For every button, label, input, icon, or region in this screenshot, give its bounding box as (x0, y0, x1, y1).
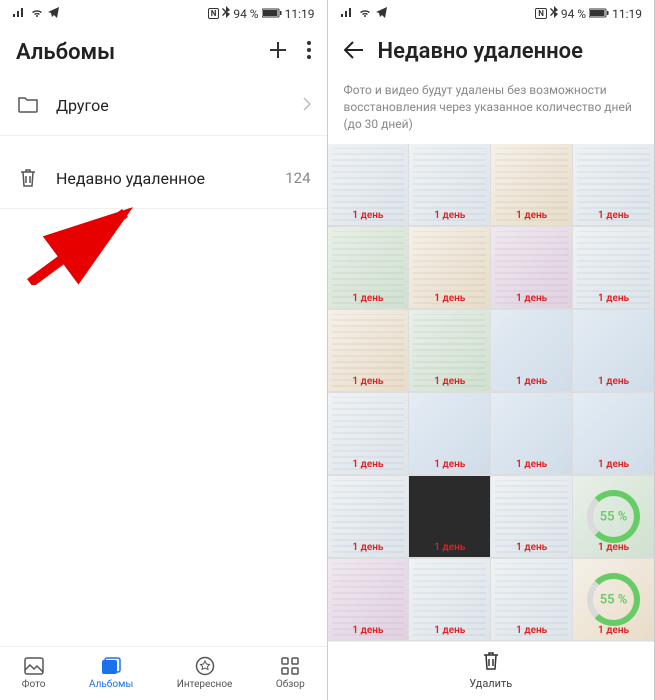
delete-bar: Удалить (328, 641, 655, 700)
battery-pct: 94 % (233, 7, 258, 21)
thumbnail[interactable]: 55 %1 день (573, 476, 654, 557)
phone-albums-screen: N 94 % 11:19 Альбомы Другое (0, 0, 328, 700)
more-icon[interactable] (307, 41, 311, 63)
thumbnail[interactable]: 1 день (491, 144, 572, 225)
battery-pct: 94 % (561, 7, 586, 21)
folder-icon (16, 93, 40, 117)
thumbnail[interactable]: 1 день (573, 227, 654, 308)
thumbnail[interactable]: 1 день (409, 393, 490, 474)
info-text: Фото и видео будут удалены без возможнос… (328, 74, 655, 144)
album-row-label: Другое (56, 96, 287, 115)
deleted-header: Недавно удаленное (328, 25, 655, 74)
thumbnail[interactable]: 1 день (491, 476, 572, 557)
album-row-label: Недавно удаленное (56, 169, 269, 188)
thumbnail[interactable]: 1 день (328, 144, 409, 225)
thumbnail[interactable]: 1 день (328, 559, 409, 640)
back-icon[interactable] (344, 41, 364, 63)
annotation-arrow (20, 205, 150, 285)
chevron-right-icon (303, 96, 311, 115)
thumbnail[interactable]: 1 день (328, 310, 409, 391)
nav-photos[interactable]: Фото (22, 655, 46, 690)
thumbnail[interactable]: 1 день (573, 144, 654, 225)
albums-icon (100, 655, 122, 677)
thumbnail[interactable]: 1 день (328, 393, 409, 474)
telegram-icon (376, 7, 388, 21)
thumbnail[interactable]: 55 %1 день (573, 559, 654, 640)
wifi-icon (358, 7, 372, 21)
nfc-icon: N (535, 8, 547, 19)
bottom-nav: Фото Альбомы Интересное Обзор (0, 646, 327, 700)
battery-icon (589, 7, 609, 21)
nav-overview[interactable]: Обзор (276, 655, 305, 690)
delete-label[interactable]: Удалить (469, 677, 512, 690)
signal-icon (340, 7, 354, 21)
nav-label: Интересное (177, 679, 233, 690)
wifi-icon (30, 7, 44, 21)
add-icon[interactable] (267, 39, 289, 65)
nfc-icon: N (208, 8, 220, 19)
thumbnail[interactable]: 1 день (409, 559, 490, 640)
star-icon (194, 655, 216, 677)
nav-interesting[interactable]: Интересное (177, 655, 233, 690)
thumbnail[interactable]: 1 день (409, 227, 490, 308)
phone-deleted-screen: N 94 % 11:19 Недавно удаленное Фото и ви… (328, 0, 655, 700)
photo-icon (23, 655, 45, 677)
status-time: 11:19 (285, 7, 315, 21)
status-bar: N 94 % 11:19 (328, 0, 655, 25)
trash-icon (16, 166, 40, 190)
page-title: Альбомы (16, 40, 115, 65)
status-bar: N 94 % 11:19 (0, 0, 327, 25)
thumbnail[interactable]: 1 день (573, 393, 654, 474)
thumbnail[interactable]: 1 день (328, 227, 409, 308)
battery-icon (262, 7, 282, 21)
album-row-count: 124 (285, 169, 310, 187)
grid-icon (279, 655, 301, 677)
albums-header: Альбомы (0, 25, 327, 75)
thumbnail[interactable]: 1 день (409, 144, 490, 225)
album-row-other[interactable]: Другое (0, 75, 327, 136)
nav-label: Фото (22, 679, 46, 690)
thumbnail[interactable]: 1 день (491, 310, 572, 391)
thumbnail[interactable]: 1 день (573, 310, 654, 391)
bluetooth-icon (222, 6, 230, 21)
status-time: 11:19 (612, 7, 642, 21)
thumbnail[interactable]: 1 день (491, 227, 572, 308)
bluetooth-icon (550, 6, 558, 21)
signal-icon (12, 7, 26, 21)
deleted-grid[interactable]: 1 день 1 день 1 день 1 день 1 день 1 ден… (328, 144, 655, 641)
nav-albums[interactable]: Альбомы (89, 655, 133, 690)
thumbnail[interactable]: 1 день (491, 393, 572, 474)
album-row-recently-deleted[interactable]: Недавно удаленное 124 (0, 148, 327, 209)
trash-icon[interactable] (481, 650, 501, 675)
thumbnail[interactable]: 1 день (409, 476, 490, 557)
thumbnail[interactable]: 1 день (409, 310, 490, 391)
thumbnail[interactable]: 1 день (491, 559, 572, 640)
thumbnail[interactable]: 1 день (328, 476, 409, 557)
telegram-icon (48, 7, 60, 21)
page-title: Недавно удаленное (378, 39, 583, 64)
nav-label: Альбомы (89, 679, 133, 690)
nav-label: Обзор (276, 679, 305, 690)
